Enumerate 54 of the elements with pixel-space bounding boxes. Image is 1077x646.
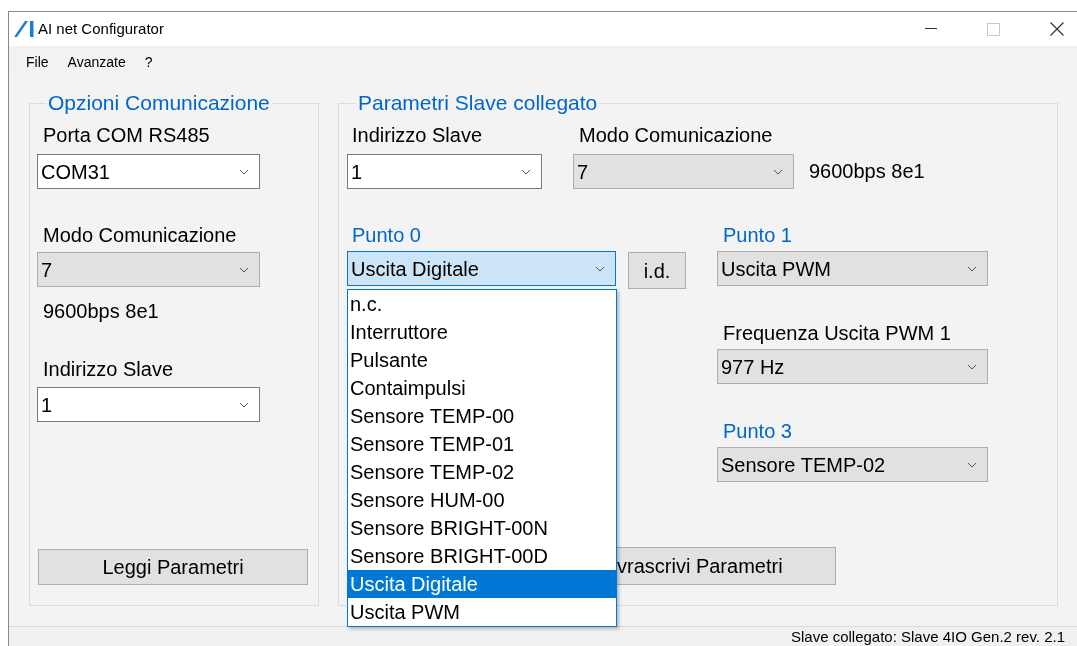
combo-box[interactable]: 7 [573,154,794,189]
dropdown-option[interactable]: Sensore TEMP-01 [348,430,616,458]
minimize-icon[interactable] [925,28,937,30]
read-parameters-button[interactable]: Leggi Parametri [38,549,308,585]
dropdown-option[interactable]: Interruttore [348,318,616,346]
dropdown-option[interactable]: n.c. [348,290,616,318]
chevron-down-icon [967,265,977,272]
dropdown-option[interactable]: Sensore BRIGHT-00N [348,514,616,542]
combo-box[interactable]: 1 [347,154,542,189]
combo-box[interactable]: 1 [37,387,260,422]
dropdown-option[interactable]: Sensore BRIGHT-00D [348,542,616,570]
dropdown-option[interactable]: Sensore HUM-00 [348,486,616,514]
menu-item[interactable]: Avanzate [67,51,126,73]
field-label: Modo Comunicazione [43,223,238,247]
dropdown-option[interactable]: Contaimpulsi [348,374,616,402]
menu-item[interactable]: ? [144,51,153,73]
chevron-down-icon [521,168,531,175]
combo-box[interactable]: Sensore TEMP-02 [717,447,988,482]
chevron-down-icon [773,168,783,175]
group-title: Parametri Slave collegato [357,92,599,114]
field-label: Porta COM RS485 [43,123,211,147]
write-parameters-button[interactable]: vrascrivi Parametri [617,547,836,585]
dropdown-option[interactable]: Sensore TEMP-00 [348,402,616,430]
chevron-down-icon [239,266,249,273]
combo-box[interactable]: Uscita PWM [717,251,988,286]
chevron-down-icon [967,363,977,370]
identify-button[interactable]: i.d. [628,252,686,289]
status-text: Slave collegato: Slave 4IO Gen.2 rev. 2.1 [790,627,1065,646]
combo-box[interactable]: COM31 [37,154,260,189]
field-label: Frequenza Uscita PWM 1 [723,321,952,345]
field-label: Modo Comunicazione [579,123,774,147]
dropdown-option[interactable]: Sensore TEMP-02 [348,458,616,486]
chevron-down-icon [967,461,977,468]
mode-info-text: 9600bps 8e1 [43,299,160,323]
combo-box[interactable]: 7 [37,252,260,287]
chevron-down-icon [595,265,605,272]
field-label: Indirizzo Slave [352,123,484,147]
combo-box[interactable]: Uscita Digitale [347,251,616,286]
field-label: Punto 3 [723,419,793,443]
field-label: Punto 1 [723,223,793,247]
chevron-down-icon [239,401,249,408]
window-title: AI net Configurator [38,18,164,39]
app-logo-icon [13,20,35,38]
close-icon[interactable] [1050,22,1064,36]
dropdown-option[interactable]: Uscita PWM [348,598,616,626]
combo-box[interactable]: 977 Hz [717,349,988,384]
dropdown-option[interactable]: Pulsante [348,346,616,374]
group-title: Opzioni Comunicazione [47,92,271,114]
dropdown-option[interactable]: Uscita Digitale [348,570,616,598]
field-label: Indirizzo Slave [43,357,175,381]
field-label: Punto 0 [352,223,422,247]
menu-item[interactable]: File [26,51,49,73]
chevron-down-icon [239,168,249,175]
mode-info-text: 9600bps 8e1 [809,159,925,183]
